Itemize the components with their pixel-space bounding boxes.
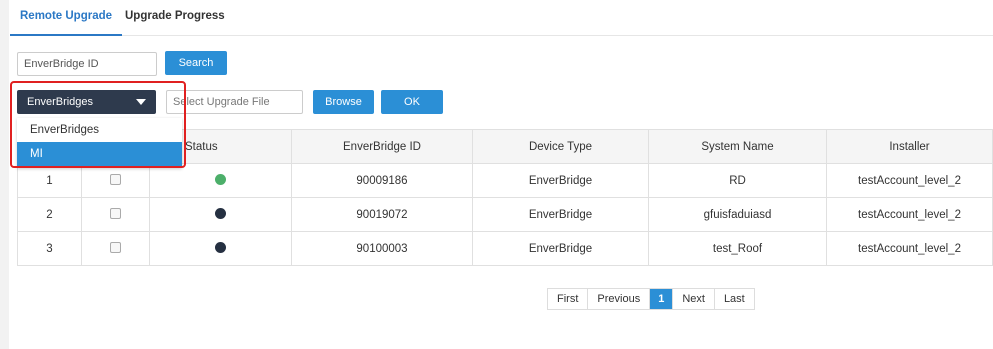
row-checkbox-cell <box>81 197 150 232</box>
row-checkbox[interactable] <box>110 173 121 185</box>
status-cell <box>149 197 292 232</box>
enverbridge-id-cell: 90009186 <box>291 163 473 198</box>
status-cell <box>149 231 292 266</box>
row-number: 1 <box>17 163 82 198</box>
pagination-current-page[interactable]: 1 <box>649 289 673 309</box>
dropdown-option-enverbridges[interactable]: EnverBridges <box>17 118 182 142</box>
table-row[interactable]: 2 90019072 EnverBridge gfuisfaduiasd tes… <box>17 197 993 232</box>
column-header-device-type: Device Type <box>472 129 649 164</box>
left-sidebar-strip <box>0 0 9 349</box>
device-type-select[interactable]: EnverBridges <box>17 90 156 114</box>
tab-remote-upgrade[interactable]: Remote Upgrade <box>9 10 123 36</box>
system-name-cell: test_Roof <box>648 231 827 266</box>
status-cell <box>149 163 292 198</box>
device-type-select-value: EnverBridges <box>27 96 94 108</box>
caret-down-icon <box>136 99 146 105</box>
device-type-cell: EnverBridge <box>472 163 649 198</box>
column-header-enverbridge-id: EnverBridge ID <box>291 129 473 164</box>
pagination-previous[interactable]: Previous <box>587 289 649 309</box>
status-dot-icon <box>215 241 226 253</box>
pagination-last[interactable]: Last <box>713 289 754 309</box>
installer-cell: testAccount_level_2 <box>826 231 993 266</box>
upgrade-file-input[interactable]: Select Upgrade File <box>166 90 303 114</box>
system-name-cell: RD <box>648 163 827 198</box>
row-number: 3 <box>17 231 82 266</box>
column-header-installer: Installer <box>826 129 993 164</box>
ok-button[interactable]: OK <box>381 90 443 114</box>
installer-cell: testAccount_level_2 <box>826 197 993 232</box>
row-checkbox[interactable] <box>110 241 121 253</box>
pagination-first[interactable]: First <box>548 289 587 309</box>
row-checkbox[interactable] <box>110 207 121 219</box>
pagination: First Previous 1 Next Last <box>547 288 755 310</box>
system-name-cell: gfuisfaduiasd <box>648 197 827 232</box>
column-header-system-name: System Name <box>648 129 827 164</box>
browse-button[interactable]: Browse <box>313 90 374 114</box>
search-button[interactable]: Search <box>165 51 227 75</box>
table-row[interactable]: 3 90100003 EnverBridge test_Roof testAcc… <box>17 231 993 266</box>
enverbridge-id-cell: 90019072 <box>291 197 473 232</box>
row-number: 2 <box>17 197 82 232</box>
tab-bar: Remote Upgrade Upgrade Progress <box>9 0 993 36</box>
row-checkbox-cell <box>81 231 150 266</box>
status-dot-icon <box>215 207 226 219</box>
device-type-dropdown-menu: EnverBridges MI <box>17 118 182 168</box>
pagination-next[interactable]: Next <box>672 289 714 309</box>
status-dot-icon <box>215 173 226 185</box>
row-checkbox-cell <box>81 163 150 198</box>
tab-upgrade-progress[interactable]: Upgrade Progress <box>125 10 225 22</box>
device-type-cell: EnverBridge <box>472 197 649 232</box>
device-type-cell: EnverBridge <box>472 231 649 266</box>
enverbridge-id-search-input[interactable]: EnverBridge ID <box>17 52 157 76</box>
table-row[interactable]: 1 90009186 EnverBridge RD testAccount_le… <box>17 163 993 198</box>
dropdown-option-mi[interactable]: MI <box>17 142 182 166</box>
installer-cell: testAccount_level_2 <box>826 163 993 198</box>
enverbridge-id-cell: 90100003 <box>291 231 473 266</box>
